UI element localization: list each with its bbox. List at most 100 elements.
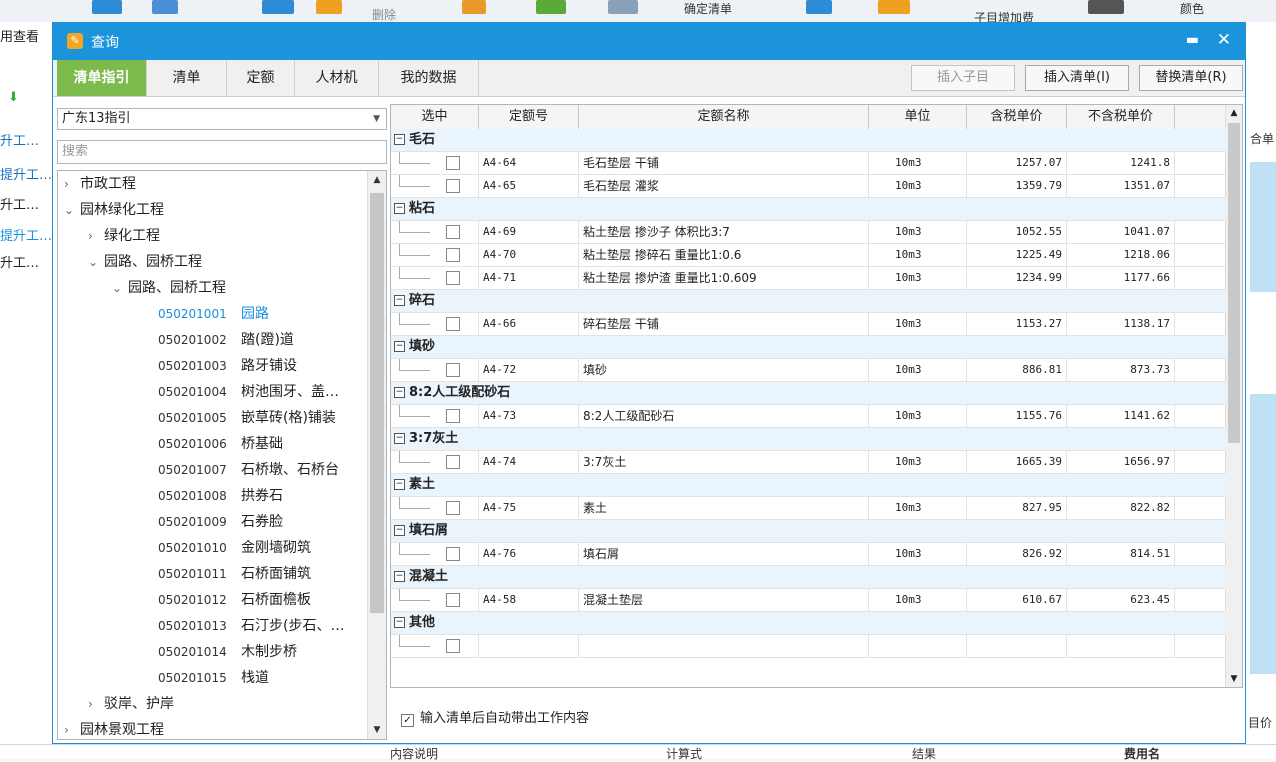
collapse-icon[interactable]: − bbox=[394, 134, 405, 145]
toolbar-confirm-list-button[interactable]: 确定清单 bbox=[684, 0, 732, 17]
scroll-thumb[interactable] bbox=[1228, 123, 1240, 443]
maximize-icon[interactable]: ▬ bbox=[1186, 32, 1199, 48]
tree-leaf-item[interactable]: 050201011 石桥面铺筑 bbox=[158, 561, 311, 587]
group-row[interactable]: − 填砂 bbox=[391, 336, 1226, 359]
tree-node[interactable]: ⌄ 园路、园桥工程 bbox=[112, 275, 226, 301]
row-checkbox[interactable] bbox=[446, 271, 460, 285]
row-checkbox[interactable] bbox=[446, 179, 460, 193]
scroll-down-icon[interactable]: ▼ bbox=[368, 721, 386, 739]
tree-leaf-item[interactable]: 050201013 石汀步(步石、… bbox=[158, 613, 344, 639]
table-row[interactable]: A4-66 碎石垫层 干铺 10m3 1153.27 1138.17 bbox=[391, 313, 1226, 336]
scroll-up-icon[interactable]: ▲ bbox=[1226, 105, 1242, 121]
scroll-thumb[interactable] bbox=[370, 193, 384, 613]
toolbar-icon[interactable] bbox=[462, 0, 486, 14]
row-checkbox[interactable] bbox=[446, 317, 460, 331]
collapse-icon[interactable]: − bbox=[394, 295, 405, 306]
chevron-down-icon[interactable]: ⌄ bbox=[88, 249, 104, 275]
tab-labor-material[interactable]: 人材机 bbox=[295, 60, 379, 96]
toolbar-icon[interactable] bbox=[608, 0, 638, 14]
table-row[interactable]: A4-72 填砂 10m3 886.81 873.73 bbox=[391, 359, 1226, 382]
row-checkbox[interactable] bbox=[446, 547, 460, 561]
tree-leaf-item[interactable]: 050201002 踏(蹬)道 bbox=[158, 327, 294, 353]
toolbar-color-button[interactable]: 颜色 bbox=[1180, 0, 1204, 17]
toolbar-icon[interactable] bbox=[878, 0, 910, 14]
tree-leaf-item[interactable]: 050201012 石桥面檐板 bbox=[158, 587, 311, 613]
tree-leaf-item[interactable]: 050201001 园路 bbox=[158, 301, 269, 327]
row-checkbox[interactable] bbox=[446, 248, 460, 262]
tree-node[interactable]: ⌄ 园林绿化工程 bbox=[64, 197, 164, 223]
toolbar-icon[interactable] bbox=[92, 0, 122, 14]
chevron-right-icon[interactable]: › bbox=[88, 223, 104, 249]
replace-list-button[interactable]: 替换清单(R) bbox=[1139, 65, 1243, 91]
insert-child-button[interactable]: 插入子目 bbox=[911, 65, 1015, 91]
chevron-right-icon[interactable]: › bbox=[88, 691, 104, 717]
toolbar-icon[interactable] bbox=[1088, 0, 1124, 14]
toolbar-icon[interactable] bbox=[536, 0, 566, 14]
chevron-down-icon[interactable]: ⌄ bbox=[64, 197, 80, 223]
table-row[interactable]: A4-75 素土 10m3 827.95 822.82 bbox=[391, 497, 1226, 520]
collapse-icon[interactable]: − bbox=[394, 433, 405, 444]
tree-leaf-item[interactable]: 050201010 金刚墙砌筑 bbox=[158, 535, 311, 561]
toolbar-delete-button[interactable]: 删除 bbox=[372, 6, 396, 23]
row-checkbox[interactable] bbox=[446, 363, 460, 377]
group-row[interactable]: − 其他 bbox=[391, 612, 1226, 635]
tree-node[interactable]: › 园林景观工程 bbox=[64, 717, 164, 739]
tree-leaf-item[interactable]: 050201006 桥基础 bbox=[158, 431, 283, 457]
left-item[interactable]: 升工… bbox=[0, 130, 39, 149]
row-checkbox[interactable] bbox=[446, 639, 460, 653]
left-item[interactable]: 升工… bbox=[0, 252, 39, 271]
tree-leaf-item[interactable]: 050201009 石券脸 bbox=[158, 509, 283, 535]
tab-quota[interactable]: 定额 bbox=[227, 60, 295, 96]
collapse-icon[interactable]: − bbox=[394, 203, 405, 214]
group-row[interactable]: −3:7灰土 bbox=[391, 428, 1226, 451]
group-row[interactable]: − 混凝土 bbox=[391, 566, 1226, 589]
search-input[interactable]: 搜索 bbox=[57, 140, 387, 164]
scroll-down-icon[interactable]: ▼ bbox=[1226, 671, 1242, 687]
toolbar-icon[interactable] bbox=[262, 0, 294, 14]
table-row[interactable]: A4-64 毛石垫层 干铺 10m3 1257.07 1241.8 bbox=[391, 152, 1226, 175]
chevron-down-icon[interactable]: ▼ bbox=[373, 109, 380, 129]
table-row[interactable]: A4-76 填石屑 10m3 826.92 814.51 bbox=[391, 543, 1226, 566]
left-item[interactable]: 用查看 bbox=[0, 26, 39, 45]
tree-leaf-item[interactable]: 050201008 拱券石 bbox=[158, 483, 283, 509]
insert-list-button[interactable]: 插入清单(I) bbox=[1025, 65, 1129, 91]
row-checkbox[interactable] bbox=[446, 593, 460, 607]
table-row[interactable]: A4-74 3:7灰土 10m3 1665.39 1656.97 bbox=[391, 451, 1226, 474]
tree-leaf-item[interactable]: 050201007 石桥墩、石桥台 bbox=[158, 457, 339, 483]
dialog-titlebar[interactable]: ✎ 查询 ▬ ✕ bbox=[53, 23, 1245, 60]
collapse-icon[interactable]: − bbox=[394, 341, 405, 352]
group-row[interactable]: −8:2人工级配砂石 bbox=[391, 382, 1226, 405]
chevron-right-icon[interactable]: › bbox=[64, 171, 80, 197]
group-row[interactable]: − 毛石 bbox=[391, 129, 1226, 152]
table-row[interactable]: A4-65 毛石垫层 灌浆 10m3 1359.79 1351.07 bbox=[391, 175, 1226, 198]
tree-node[interactable]: › 市政工程 bbox=[64, 171, 136, 197]
table-row[interactable]: A4-69 粘土垫层 掺沙子 体积比3:7 10m3 1052.55 1041.07 bbox=[391, 221, 1226, 244]
region-select[interactable]: 广东13指引 ▼ bbox=[57, 108, 387, 130]
left-item[interactable]: 升工… bbox=[0, 194, 39, 213]
toolbar-icon[interactable] bbox=[316, 0, 342, 14]
table-row[interactable]: A4-70 粘土垫层 掺碎石 重量比1:0.6 10m3 1225.49 1218.06 bbox=[391, 244, 1226, 267]
row-checkbox[interactable] bbox=[446, 455, 460, 469]
row-checkbox[interactable] bbox=[446, 409, 460, 423]
tree-leaf-item[interactable]: 050201014 木制步桥 bbox=[158, 639, 297, 665]
toolbar-icon[interactable] bbox=[806, 0, 832, 14]
tree-scrollbar[interactable]: ▲ ▼ bbox=[367, 171, 386, 739]
row-checkbox[interactable] bbox=[446, 225, 460, 239]
left-item[interactable]: 提升工… bbox=[0, 164, 52, 183]
collapse-icon[interactable]: − bbox=[394, 479, 405, 490]
chevron-down-icon[interactable]: ⌄ bbox=[112, 275, 128, 301]
collapse-icon[interactable]: − bbox=[394, 571, 405, 582]
tree-node[interactable]: ⌄ 园路、园桥工程 bbox=[88, 249, 202, 275]
row-checkbox[interactable] bbox=[446, 156, 460, 170]
table-row[interactable]: A4-73 8:2人工级配砂石 10m3 1155.76 1141.62 bbox=[391, 405, 1226, 428]
tree-node[interactable]: › 绿化工程 bbox=[88, 223, 160, 249]
group-row[interactable]: − 碎石 bbox=[391, 290, 1226, 313]
tree-leaf-item[interactable]: 050201004 树池围牙、盖… bbox=[158, 379, 339, 405]
table-row[interactable]: A4-71 粘土垫层 掺炉渣 重量比1:0.609 10m3 1234.99 1177.… bbox=[391, 267, 1226, 290]
tab-list[interactable]: 清单 bbox=[147, 60, 227, 96]
scroll-up-icon[interactable]: ▲ bbox=[368, 171, 386, 189]
tree-leaf-item[interactable]: 050201005 嵌草砖(格)铺装 bbox=[158, 405, 336, 431]
close-icon[interactable]: ✕ bbox=[1217, 30, 1231, 50]
chevron-right-icon[interactable]: › bbox=[64, 717, 80, 739]
tree-node[interactable]: › 驳岸、护岸 bbox=[88, 691, 174, 717]
